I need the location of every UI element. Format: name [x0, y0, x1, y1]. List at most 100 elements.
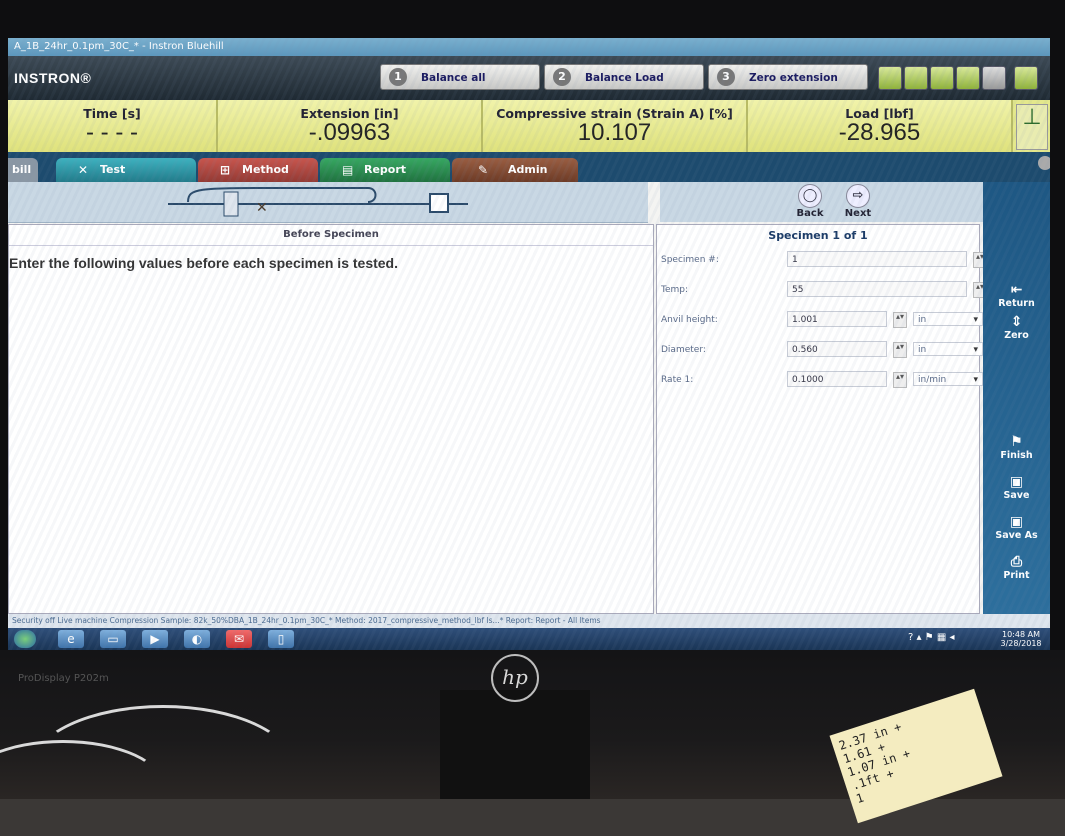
- step-3-icon: 3: [717, 68, 735, 86]
- balance-all-label: Balance all: [421, 72, 486, 84]
- next-label: Next: [844, 208, 872, 219]
- handset-icon[interactable]: [930, 66, 954, 90]
- collapse-icon[interactable]: [1038, 156, 1050, 170]
- zero-icon: ⇕: [1010, 314, 1023, 330]
- save-button[interactable]: ▣ Save: [983, 474, 1050, 501]
- panel-icon[interactable]: [982, 66, 1006, 90]
- load-panel[interactable]: Load [lbf] -28.965: [748, 100, 1013, 152]
- specimen-panel: Specimen 1 of 1 Specimen #: 1 ▴▾ Temp: 5…: [656, 224, 987, 614]
- zero-button[interactable]: ⇕ Zero: [983, 314, 1050, 341]
- window-title-bar[interactable]: A_1B_24hr_0.1pm_30C_* - Instron Bluehill: [8, 38, 1050, 56]
- tab-report-label: Report: [364, 163, 407, 176]
- stepper-icon[interactable]: ▴▾: [893, 372, 907, 388]
- checkered-flag-icon: ⚑: [1010, 434, 1023, 450]
- mail-icon[interactable]: ✉: [226, 630, 252, 648]
- printer-icon: ⎙: [1010, 554, 1023, 570]
- print-label: Print: [1003, 570, 1030, 581]
- tab-test[interactable]: ✕ Test: [56, 158, 196, 182]
- instruction-text: Enter the following values before each s…: [9, 255, 398, 271]
- hp-logo: hp: [491, 654, 539, 702]
- navigation-bar: ◯ Back ⇨ Next: [660, 182, 1008, 222]
- step-2-icon: 2: [553, 68, 571, 86]
- rate-input[interactable]: 0.1000: [787, 371, 887, 387]
- temp-input[interactable]: 55: [787, 281, 967, 297]
- stepper-icon[interactable]: ▴▾: [893, 312, 907, 328]
- stepper-icon[interactable]: ▴▾: [893, 342, 907, 358]
- test-icon: ✕: [78, 163, 89, 177]
- tab-report[interactable]: ▤ Report: [320, 158, 450, 182]
- workflow-bar: ✕: [8, 182, 648, 223]
- time-panel[interactable]: Time [s] - - - -: [8, 100, 218, 152]
- instron-toolbar: INSTRON® 1 Balance all 2 Balance Load 3 …: [8, 56, 1050, 100]
- load-frame-icon[interactable]: ⊥: [1016, 104, 1048, 150]
- right-sidebar: ⇤ Return ⇕ Zero ⚑ Finish ▣ Save ▣ Save A…: [983, 182, 1050, 614]
- floppy-icon: ▣: [1009, 474, 1024, 490]
- balance-load-button[interactable]: 2 Balance Load: [544, 64, 704, 90]
- load-value: -28.965: [838, 119, 921, 146]
- strain-value: 10.107: [577, 119, 652, 146]
- monitor-stand: [440, 690, 590, 799]
- live-display: Time [s] - - - - Extension [in] -.09963 …: [8, 100, 1050, 152]
- clock-time: 10:48 AM: [1002, 630, 1040, 639]
- balance-all-button[interactable]: 1 Balance all: [380, 64, 540, 90]
- screen: A_1B_24hr_0.1pm_30C_* - Instron Bluehill…: [8, 38, 1050, 650]
- next-button[interactable]: ⇨ Next: [836, 184, 880, 219]
- time-value: - - - -: [86, 119, 138, 146]
- temp-label: Temp:: [661, 285, 689, 295]
- diameter-input[interactable]: 0.560: [787, 341, 887, 357]
- back-icon: ◯: [798, 184, 822, 208]
- return-button[interactable]: ⇤ Return: [983, 282, 1050, 309]
- rate-label: Rate 1:: [661, 375, 694, 385]
- tab-bill[interactable]: bill: [8, 158, 38, 182]
- machine-icon[interactable]: [878, 66, 902, 90]
- zero-label: Zero: [1004, 330, 1029, 341]
- media-player-icon[interactable]: ▶: [142, 630, 168, 648]
- save-label: Save: [1003, 490, 1030, 501]
- frame-icon[interactable]: [1014, 66, 1038, 90]
- status-bar: Security off Live machine Compression Sa…: [8, 614, 1050, 628]
- instron-logo: INSTRON®: [14, 70, 92, 86]
- app-icon[interactable]: ▯: [268, 630, 294, 648]
- extension-panel[interactable]: Extension [in] -.09963: [218, 100, 483, 152]
- floppy-icon: ▣: [1009, 514, 1024, 530]
- diameter-unit-select[interactable]: in: [913, 342, 983, 357]
- pencil-icon: ✎: [478, 163, 489, 177]
- finish-button[interactable]: ⚑ Finish: [983, 434, 1050, 461]
- back-button[interactable]: ◯ Back: [788, 184, 832, 219]
- zero-extension-button[interactable]: 3 Zero extension: [708, 64, 868, 90]
- machine-icon[interactable]: [904, 66, 928, 90]
- balance-load-label: Balance Load: [585, 72, 664, 84]
- anvil-height-input[interactable]: 1.001: [787, 311, 887, 327]
- monitor-model-label: ProDisplay P202m: [18, 673, 109, 684]
- windows-taskbar: e ▭ ▶ ◐ ✉ ▯ ? ▴ ⚑ ▦ ◂ 10:48 AM 3/28/2018: [8, 628, 1050, 650]
- specimen-count: Specimen 1 of 1: [768, 229, 868, 242]
- rate-unit-select[interactable]: in/min: [913, 372, 983, 387]
- file-explorer-icon[interactable]: ▭: [100, 630, 126, 648]
- before-specimen-header: Before Specimen: [9, 225, 653, 246]
- clock[interactable]: 10:48 AM 3/28/2018: [996, 630, 1046, 648]
- return-icon: ⇤: [1010, 282, 1023, 298]
- tab-admin-label: Admin: [508, 163, 548, 176]
- before-specimen-panel: Before Specimen Enter the following valu…: [8, 224, 654, 614]
- return-label: Return: [998, 298, 1035, 309]
- tab-method[interactable]: ⊞ Method: [198, 158, 318, 182]
- tab-test-label: Test: [100, 163, 126, 176]
- anvil-height-unit-select[interactable]: in: [913, 312, 983, 327]
- save-as-button[interactable]: ▣ Save As: [983, 514, 1050, 541]
- system-tray-icons[interactable]: ? ▴ ⚑ ▦ ◂: [908, 632, 954, 643]
- strain-panel[interactable]: Compressive strain (Strain A) [%] 10.107: [483, 100, 748, 152]
- back-label: Back: [796, 208, 824, 219]
- specimen-number-label: Specimen #:: [661, 255, 719, 265]
- instron-app-icon[interactable]: ◐: [184, 630, 210, 648]
- start-button-icon[interactable]: [14, 630, 36, 648]
- frame-icon[interactable]: [956, 66, 980, 90]
- tab-method-label: Method: [242, 163, 289, 176]
- workflow-diagram[interactable]: ✕: [168, 186, 468, 218]
- tab-admin[interactable]: ✎ Admin: [452, 158, 578, 182]
- internet-explorer-icon[interactable]: e: [58, 630, 84, 648]
- print-button[interactable]: ⎙ Print: [983, 554, 1050, 581]
- specimen-number-input[interactable]: 1: [787, 251, 967, 267]
- arrow-right-icon: ⇨: [846, 184, 870, 208]
- zero-extension-label: Zero extension: [749, 72, 838, 84]
- diameter-label: Diameter:: [661, 345, 706, 355]
